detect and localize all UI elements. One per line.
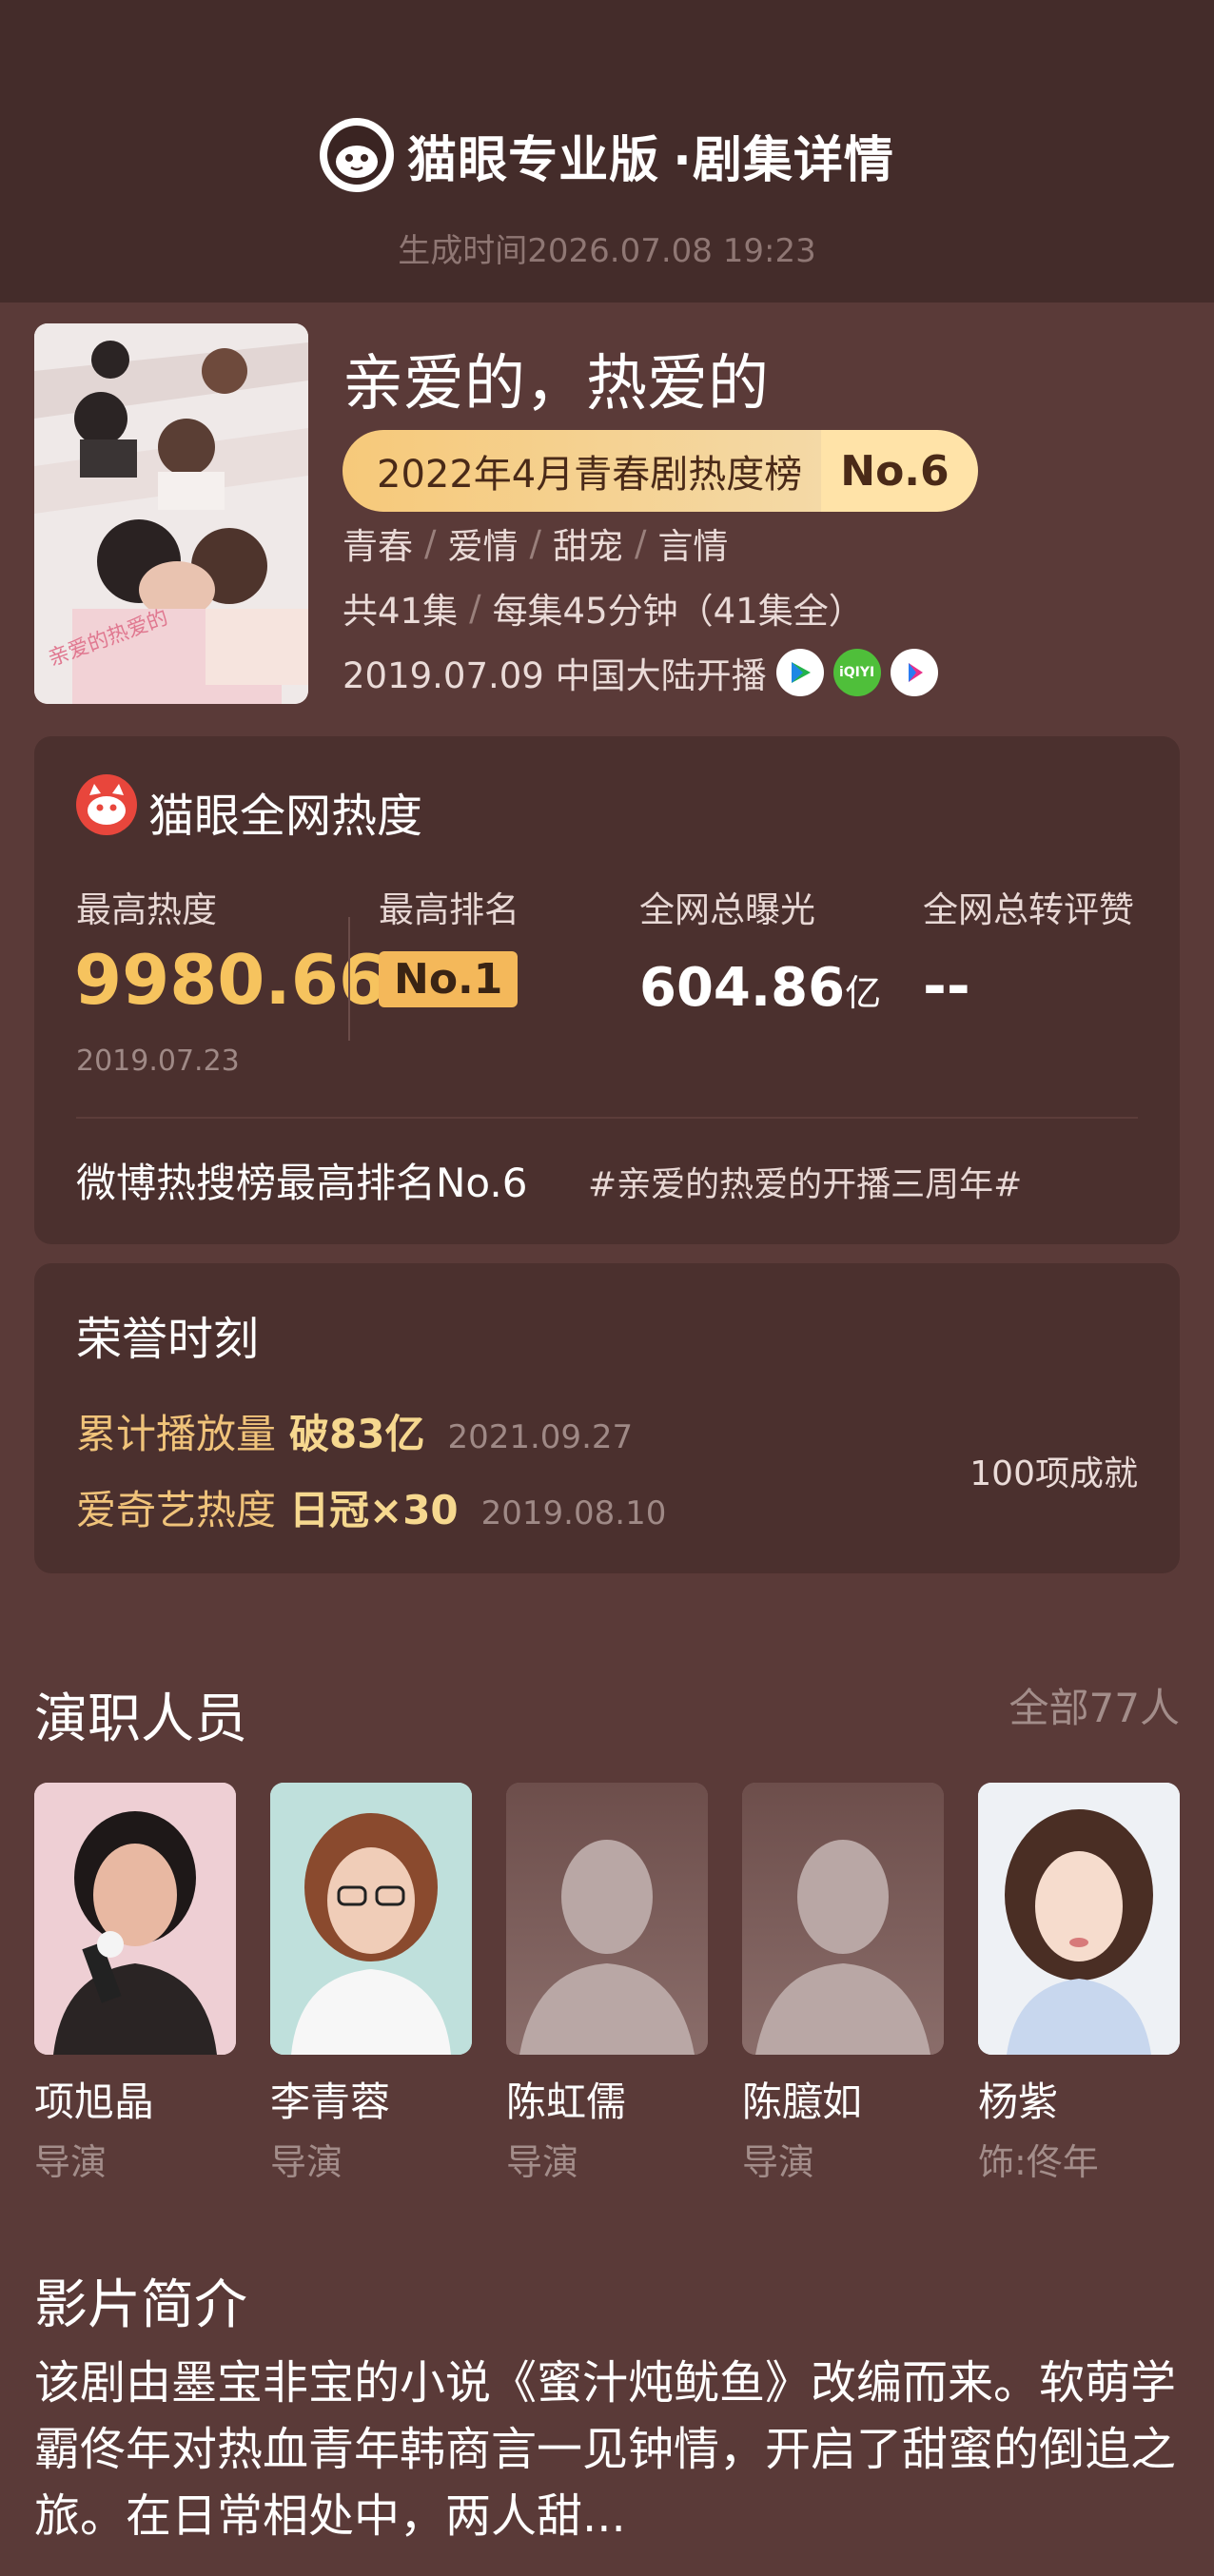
tag: 言情 <box>657 526 729 567</box>
exposure-unit: 亿 <box>845 972 882 1014</box>
achievement-count[interactable]: 100项成就 <box>969 1446 1138 1495</box>
cast-name: 杨紫 <box>978 2078 1059 2125</box>
honor-card-title: 荣誉时刻 <box>76 1313 260 1366</box>
cast-role: 导演 <box>742 2141 815 2183</box>
honor-item: 爱奇艺热度 日冠×30 2019.08.10 <box>76 1478 666 1536</box>
page-subtitle: ·剧集详情 <box>673 131 894 189</box>
genre-tags: 青春 / 爱情 / 甜宠 / 言情 <box>343 517 728 569</box>
cast-placeholder-avatar[interactable] <box>506 1783 708 2055</box>
engagement-value: -- <box>923 953 970 1020</box>
tencent-video-icon[interactable] <box>775 649 824 696</box>
synopsis-text[interactable]: 该剧由墨宝非宝的小说《蜜汁炖鱿鱼》改编而来。软萌学霸佟年对热血青年韩商言一见钟情… <box>34 2350 1180 2549</box>
tag: 青春 <box>343 526 413 567</box>
card-divider <box>76 1117 1138 1119</box>
cast-photo[interactable] <box>34 1783 236 2055</box>
separator: / <box>529 522 541 564</box>
honor-value: 破83亿 <box>289 1411 425 1457</box>
weibo-rank: 微博热搜榜最高排名No.6 <box>76 1160 528 1206</box>
cast-role: 饰:佟年 <box>978 2141 1099 2183</box>
honor-date: 2019.08.10 <box>480 1494 667 1532</box>
iqiyi-icon[interactable]: iQIYI <box>832 649 881 696</box>
honor-key: 爱奇艺热度 <box>76 1487 277 1533</box>
honor-key: 累计播放量 <box>76 1411 277 1457</box>
cast-role: 导演 <box>270 2141 343 2183</box>
exposure-value: 604.86亿 <box>639 957 881 1019</box>
separator: / <box>634 522 647 564</box>
max-heat-value: 9980.66 <box>74 940 386 1020</box>
maoyan-logo-icon <box>320 118 395 192</box>
exposure-label: 全网总曝光 <box>639 889 815 930</box>
episode-count: 共41集 <box>343 591 459 632</box>
max-rank-badge: No.1 <box>379 951 519 1007</box>
engagement-label: 全网总转评赞 <box>923 889 1134 930</box>
cast-name: 陈臆如 <box>742 2078 863 2125</box>
show-title: 亲爱的，热爱的 <box>343 349 769 420</box>
separator: / <box>469 587 481 629</box>
tag: 爱情 <box>447 526 519 567</box>
exposure-number: 604.86 <box>639 957 846 1019</box>
rank-value: No.6 <box>821 430 978 512</box>
honor-value: 日冠×30 <box>289 1487 459 1533</box>
heat-card-title: 猫眼全网热度 <box>148 790 423 843</box>
weibo-hashtag[interactable]: #亲爱的热爱的开播三周年# <box>588 1157 1022 1206</box>
page-header: 猫眼专业版 ·剧集详情 生成时间2026.07.08 19:23 <box>0 0 1214 302</box>
tag: 甜宠 <box>552 526 623 567</box>
cast-section-title: 演职人员 <box>34 1688 247 1750</box>
heat-card: 猫眼全网热度 最高热度 9980.66 2019.07.23 最高排名 No.1… <box>34 736 1180 1244</box>
rank-badge[interactable]: 2022年4月青春剧热度榜 No.6 <box>343 430 978 512</box>
episode-info: 共41集 / 每集45分钟（41集全） <box>343 582 864 634</box>
premiere-info: 2019.07.09 中国大陆开播 iQIYI <box>343 647 938 698</box>
cast-all-link[interactable]: 全部77人 <box>1009 1676 1180 1734</box>
honor-item: 累计播放量 破83亿 2021.09.27 <box>76 1402 633 1460</box>
max-heat-label: 最高热度 <box>76 889 217 930</box>
max-heat-date: 2019.07.23 <box>76 1044 240 1078</box>
youku-icon[interactable] <box>890 649 938 696</box>
rank-label: 2022年4月青春剧热度榜 <box>343 430 822 512</box>
cast-photo[interactable] <box>978 1783 1180 2055</box>
maoyan-red-logo-icon <box>76 774 137 835</box>
brand-row: 猫眼专业版 ·剧集详情 <box>0 118 1214 192</box>
max-rank-label: 最高排名 <box>379 889 519 930</box>
cast-role: 导演 <box>506 2141 579 2183</box>
cast-name: 陈虹儒 <box>506 2078 627 2125</box>
brand-name: 猫眼专业版 <box>407 131 660 189</box>
generated-time: 生成时间2026.07.08 19:23 <box>398 232 816 270</box>
episode-duration: 每集45分钟（41集全） <box>492 591 864 632</box>
honor-date: 2021.09.27 <box>447 1418 634 1456</box>
cast-photo[interactable] <box>270 1783 472 2055</box>
separator: / <box>424 522 437 564</box>
cast-name: 项旭晶 <box>34 2078 155 2125</box>
cast-role: 导演 <box>34 2141 108 2183</box>
stat-divider <box>348 917 350 1041</box>
cast-placeholder-avatar[interactable] <box>742 1783 944 2055</box>
cast-name: 李青蓉 <box>270 2078 391 2125</box>
show-poster[interactable]: 亲爱的热爱的 <box>34 323 308 704</box>
premiere-date: 2019.07.09 中国大陆开播 <box>343 655 767 696</box>
synopsis-title: 影片简介 <box>34 2274 247 2336</box>
honor-card[interactable]: 荣誉时刻 累计播放量 破83亿 2021.09.27 爱奇艺热度 日冠×30 2… <box>34 1263 1180 1573</box>
